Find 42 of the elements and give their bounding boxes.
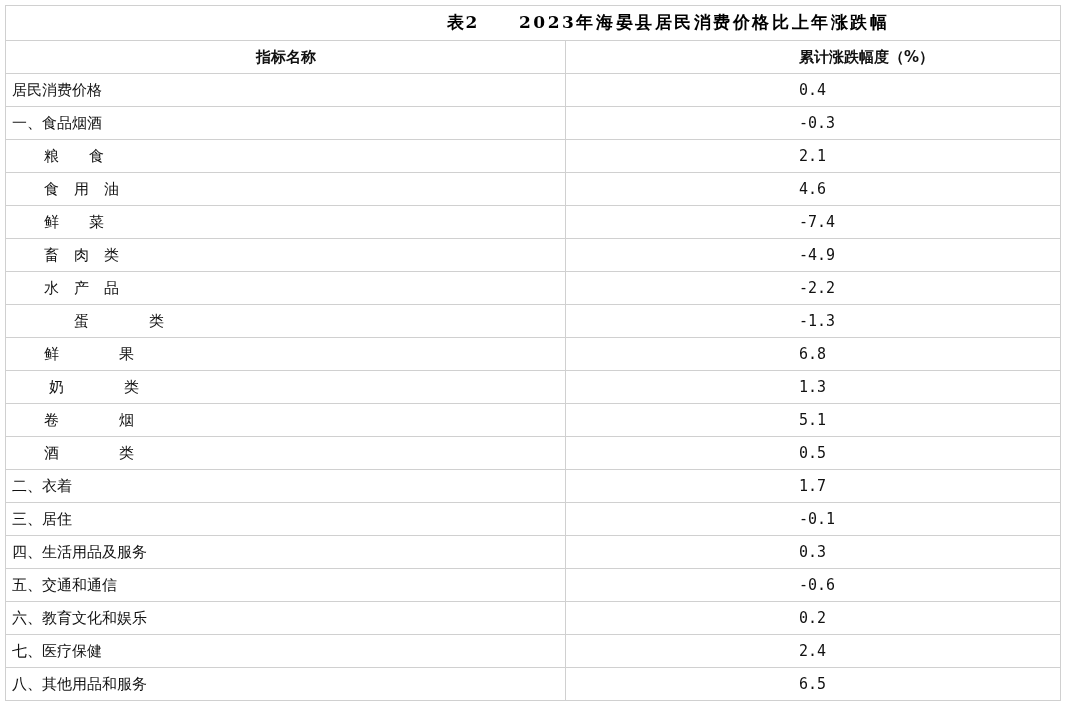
table-cell: -1.3	[565, 304, 1061, 338]
table-cell: 1.7	[565, 469, 1061, 503]
table-cell: 三、居住	[5, 502, 566, 536]
table-cell: 六、教育文化和娱乐	[5, 601, 566, 635]
table-title: 2023年海晏县居民消费价格比上年涨跌幅	[518, 12, 890, 33]
table-cell: 4.6	[565, 172, 1061, 206]
table-cell: 0.4	[565, 73, 1061, 107]
table-cell: 卷 烟	[5, 403, 566, 437]
table-cell: 0.2	[565, 601, 1061, 635]
table-cell: 水 产 品	[5, 271, 566, 305]
table-cell: 鲜 果	[5, 337, 566, 371]
table-cell: 0.3	[565, 535, 1061, 569]
table-cell: 奶 类	[5, 370, 566, 404]
table-cell: 居民消费价格	[5, 73, 566, 107]
column-header: 指标名称	[5, 40, 566, 74]
table-cell: -7.4	[565, 205, 1061, 239]
table-cell: 6.8	[565, 337, 1061, 371]
table-cell: 0.5	[565, 436, 1061, 470]
table-cell: 蛋 类	[5, 304, 566, 338]
table-cell: 五、交通和通信	[5, 568, 566, 602]
table-cell: 食 用 油	[5, 172, 566, 206]
table-cell: 2.1	[565, 139, 1061, 173]
table-cell: -0.3	[565, 106, 1061, 140]
table-cell: 6.5	[565, 667, 1061, 701]
table-cell: 七、医疗保健	[5, 634, 566, 668]
table-cell: 二、衣着	[5, 469, 566, 503]
table-cell: 鲜 菜	[5, 205, 566, 239]
table-cell: 八、其他用品和服务	[5, 667, 566, 701]
table-cell: 2.4	[565, 634, 1061, 668]
table-cell: 一、食品烟酒	[5, 106, 566, 140]
table-cell: 1.3	[565, 370, 1061, 404]
table-cell: -2.2	[565, 271, 1061, 305]
table-cell: 四、生活用品及服务	[5, 535, 566, 569]
table-cell: -0.1	[565, 502, 1061, 536]
table-cell: 畜 肉 类	[5, 238, 566, 272]
table-cell: 酒 类	[5, 436, 566, 470]
table-cell: -0.6	[565, 568, 1061, 602]
table-cell: 5.1	[565, 403, 1061, 437]
table-cell: -4.9	[565, 238, 1061, 272]
table-number: 表2	[445, 12, 479, 33]
table-cell: 粮 食	[5, 139, 566, 173]
column-header: 累计涨跌幅度（%）	[565, 40, 1061, 74]
